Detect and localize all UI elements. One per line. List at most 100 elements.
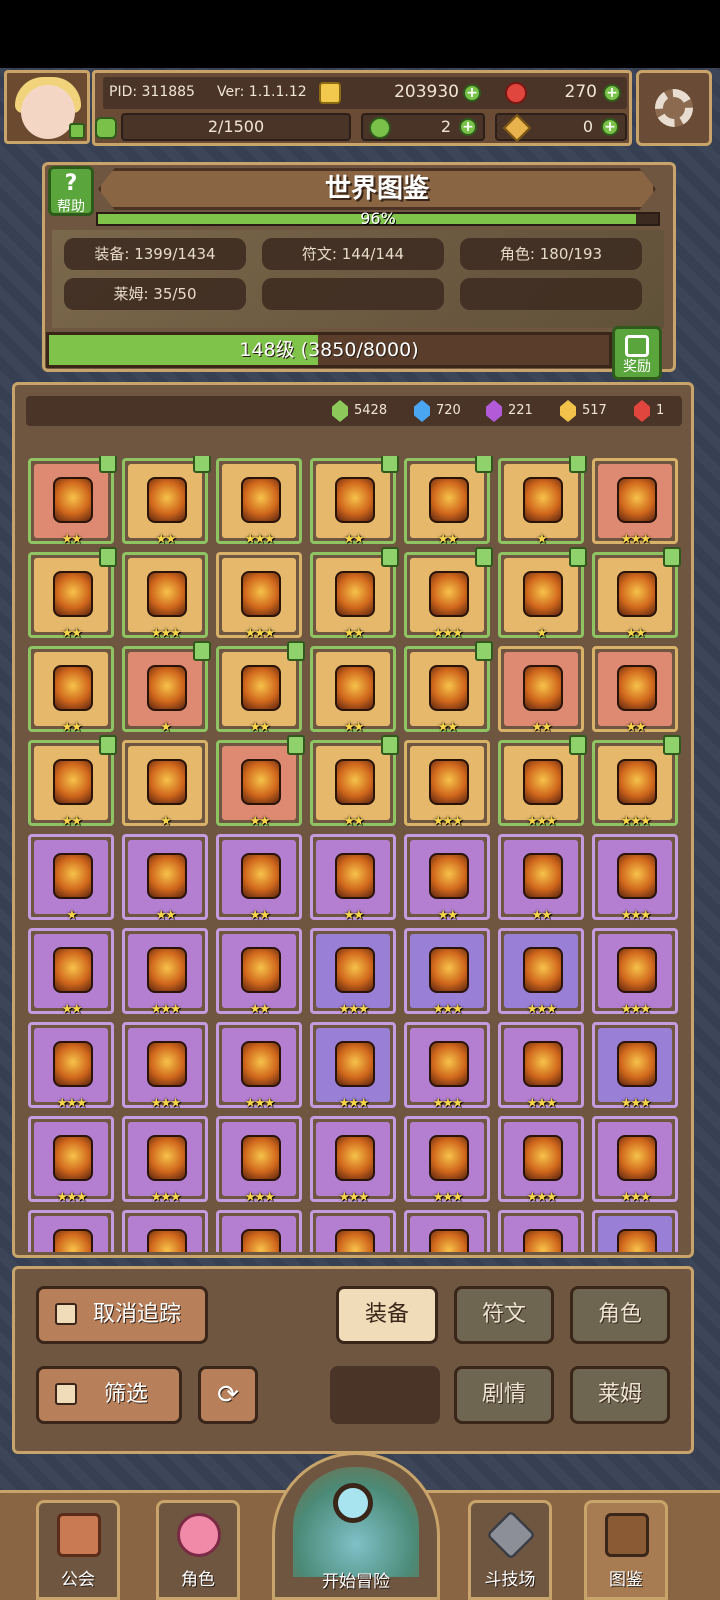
equipment-item-icon bbox=[523, 853, 563, 899]
equipment-slot[interactable] bbox=[310, 1210, 396, 1252]
equipment-slot[interactable]: ★★ bbox=[216, 735, 305, 829]
equipment-slot[interactable]: ★★★ bbox=[404, 928, 490, 1017]
equipment-slot[interactable]: ★★★ bbox=[216, 458, 302, 547]
equipment-slot[interactable]: ★★★ bbox=[498, 928, 584, 1017]
equipment-slot[interactable] bbox=[216, 1210, 302, 1252]
equipment-slot[interactable]: ★★ bbox=[592, 646, 678, 735]
equipment-slot[interactable]: ★★ bbox=[498, 834, 584, 923]
equipment-slot[interactable]: ★★★ bbox=[310, 928, 396, 1017]
equipment-slot[interactable]: ★★ bbox=[28, 928, 114, 1017]
settings-button[interactable] bbox=[636, 70, 712, 146]
add-clover-button[interactable]: + bbox=[459, 118, 477, 136]
nav-codex[interactable]: 图鉴 bbox=[584, 1500, 668, 1600]
equipment-slot[interactable]: ★★★ bbox=[592, 735, 681, 829]
equipment-slot[interactable]: ★★ bbox=[498, 646, 584, 735]
equipment-slot[interactable]: ★★ bbox=[216, 641, 305, 735]
add-key-button[interactable]: + bbox=[601, 118, 619, 136]
add-ruby-button[interactable]: + bbox=[603, 84, 621, 102]
collection-level-text: 148级 (3850/8000) bbox=[239, 339, 419, 361]
equipment-slot[interactable]: ★★★ bbox=[498, 1116, 584, 1205]
equipment-slot[interactable]: ★★★ bbox=[216, 1022, 302, 1111]
nav-arena[interactable]: 斗技场 bbox=[468, 1500, 552, 1600]
tab-slime[interactable]: 莱姆 bbox=[570, 1366, 670, 1424]
tracked-thumb-icon bbox=[381, 547, 399, 567]
equipment-slot[interactable] bbox=[498, 1210, 584, 1252]
equipment-slot[interactable]: ★★ bbox=[592, 547, 681, 641]
game-screen: PID: 311885 Ver: 1.1.1.12 203930 + 270 +… bbox=[0, 0, 720, 1600]
equipment-slot[interactable] bbox=[592, 1210, 678, 1252]
equipment-item-icon bbox=[523, 1135, 563, 1181]
equipment-slot[interactable]: ★★ bbox=[310, 646, 396, 735]
untrack-button[interactable]: 取消追踪 bbox=[36, 1286, 208, 1344]
equipment-slot[interactable]: ★★ bbox=[28, 547, 117, 641]
equipment-slot[interactable]: ★★★ bbox=[592, 1022, 678, 1111]
filter-button[interactable]: 筛选 bbox=[36, 1366, 182, 1424]
equipment-slot[interactable]: ★★★ bbox=[28, 1022, 114, 1111]
equipment-slot[interactable]: ★★ bbox=[216, 928, 302, 1017]
help-button[interactable]: ? 帮助 bbox=[48, 166, 94, 216]
equipment-slot[interactable]: ★★ bbox=[404, 456, 493, 547]
equipment-slot[interactable]: ★★ bbox=[122, 456, 211, 547]
equipment-slot[interactable]: ★ bbox=[28, 834, 114, 923]
equipment-slot[interactable]: ★★ bbox=[404, 641, 493, 735]
equipment-item-icon bbox=[617, 1135, 657, 1181]
tab-characters[interactable]: 角色 bbox=[570, 1286, 670, 1344]
star-rating: ★★★ bbox=[56, 1096, 88, 1111]
equipment-slot[interactable]: ★★★ bbox=[498, 735, 587, 829]
equipment-slot[interactable]: ★★ bbox=[310, 547, 399, 641]
tab-story[interactable]: 剧情 bbox=[454, 1366, 554, 1424]
equipment-slot[interactable]: ★★★ bbox=[28, 1116, 114, 1205]
tab-equipment[interactable]: 装备 bbox=[336, 1286, 438, 1344]
equipment-slot[interactable]: ★★ bbox=[404, 834, 490, 923]
equipment-slot[interactable]: ★★ bbox=[310, 456, 399, 547]
equipment-grid[interactable]: ★★ ★★ ★★★ ★★ ★★ ★ ★★★ ★★ ★★★ ★★★ ★★ ★★★ ★ ★★ ★★ ★ ★★ ★★ ★★… bbox=[26, 456, 694, 1252]
equipment-slot[interactable]: ★ bbox=[122, 641, 211, 735]
equipment-slot[interactable]: ★★★ bbox=[498, 1022, 584, 1111]
equipment-slot[interactable]: ★★★ bbox=[310, 1022, 396, 1111]
equipment-slot[interactable]: ★★★ bbox=[404, 1116, 490, 1205]
star-rating: ★★ bbox=[61, 814, 82, 829]
equipment-item-icon bbox=[617, 853, 657, 899]
equipment-slot[interactable]: ★★★ bbox=[122, 552, 208, 641]
equipment-slot[interactable] bbox=[404, 1210, 490, 1252]
equipment-slot[interactable]: ★ bbox=[498, 456, 587, 547]
nav-guild[interactable]: 公会 bbox=[36, 1500, 120, 1600]
star-rating: ★★ bbox=[437, 908, 458, 923]
reward-button[interactable]: 奖励 bbox=[612, 326, 662, 380]
equipment-slot[interactable]: ★★ bbox=[28, 735, 117, 829]
equipment-slot[interactable]: ★★ bbox=[216, 834, 302, 923]
equipment-slot[interactable]: ★★★ bbox=[592, 1116, 678, 1205]
add-gold-button[interactable]: + bbox=[463, 84, 481, 102]
equipment-slot[interactable]: ★★★ bbox=[592, 458, 678, 547]
equipment-slot[interactable]: ★★★ bbox=[592, 834, 678, 923]
refresh-button[interactable]: ⟳ bbox=[198, 1366, 258, 1424]
equipment-slot[interactable]: ★★★ bbox=[592, 928, 678, 1017]
player-avatar[interactable] bbox=[4, 70, 90, 144]
equipment-slot[interactable]: ★★ bbox=[310, 834, 396, 923]
equipment-slot[interactable]: ★ bbox=[122, 740, 208, 829]
equipment-item-icon bbox=[53, 477, 93, 523]
equipment-slot[interactable]: ★★ bbox=[28, 646, 114, 735]
equipment-slot[interactable]: ★★★ bbox=[404, 547, 493, 641]
equipment-slot[interactable]: ★★★ bbox=[122, 1022, 208, 1111]
equipment-slot[interactable]: ★★★ bbox=[216, 552, 302, 641]
equipment-slot[interactable]: ★★★ bbox=[122, 928, 208, 1017]
equipment-slot[interactable]: ★★★ bbox=[404, 1022, 490, 1111]
equipment-slot[interactable]: ★ bbox=[498, 547, 587, 641]
equipment-slot[interactable]: ★★ bbox=[122, 834, 208, 923]
star-rating: ★★★ bbox=[150, 626, 182, 641]
equipment-slot[interactable] bbox=[28, 1210, 114, 1252]
equipment-slot[interactable] bbox=[122, 1210, 208, 1252]
nav-characters[interactable]: 角色 bbox=[156, 1500, 240, 1600]
equipment-item-icon bbox=[241, 571, 281, 617]
equipment-slot[interactable]: ★★★ bbox=[404, 740, 490, 829]
equipment-slot[interactable]: ★★ bbox=[310, 735, 399, 829]
tracked-thumb-icon bbox=[287, 735, 305, 755]
equipment-slot[interactable]: ★★★ bbox=[310, 1116, 396, 1205]
equipment-item-icon bbox=[429, 665, 469, 711]
equipment-item-icon bbox=[617, 477, 657, 523]
equipment-slot[interactable]: ★★★ bbox=[122, 1116, 208, 1205]
equipment-slot[interactable]: ★★ bbox=[28, 456, 117, 547]
equipment-slot[interactable]: ★★★ bbox=[216, 1116, 302, 1205]
tab-runes[interactable]: 符文 bbox=[454, 1286, 554, 1344]
